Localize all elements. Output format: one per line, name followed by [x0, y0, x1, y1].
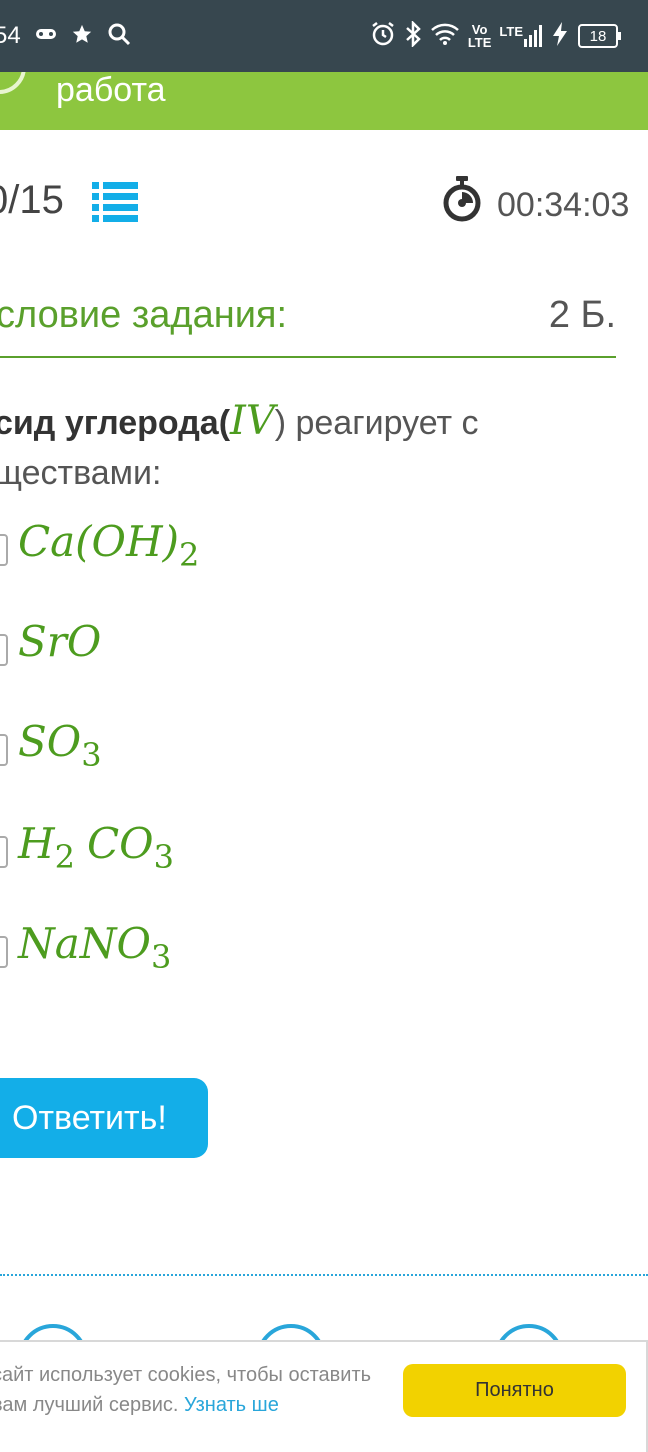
- option-label[interactable]: NaNO3: [18, 914, 171, 987]
- option-label[interactable]: SO3: [18, 712, 102, 785]
- cookie-learn-more-link[interactable]: Узнать ше: [184, 1394, 279, 1416]
- search-icon: [107, 22, 131, 51]
- option-text: CO: [87, 819, 154, 868]
- option-text: Ca(OH): [18, 517, 180, 566]
- option-label[interactable]: SrO: [18, 612, 101, 672]
- option-checkbox[interactable]: [0, 734, 8, 766]
- bluetooth-icon: [404, 19, 422, 52]
- answer-option[interactable]: Ca(OH)2: [0, 512, 600, 592]
- star-icon: [71, 23, 93, 50]
- option-checkbox[interactable]: [0, 836, 8, 868]
- answer-option[interactable]: SrO: [0, 612, 600, 692]
- battery-indicator: 18: [578, 24, 621, 48]
- option-checkbox[interactable]: [0, 634, 8, 666]
- question-bold: сид углерода(: [0, 404, 231, 442]
- cookie-banner: сайт использует cookies, чтобы оставить …: [0, 1340, 648, 1452]
- wifi-icon: [430, 22, 460, 51]
- option-text: SrO: [18, 617, 102, 666]
- question-text: сид углерода(IV) реагирует с ществами:: [0, 396, 594, 498]
- option-text: NaNO: [18, 919, 151, 968]
- timer: 00:34:03: [497, 186, 630, 224]
- dotted-divider: [0, 1274, 648, 1276]
- question-line2: ществами:: [0, 454, 162, 492]
- cookie-text: сайт использует cookies, чтобы оставить …: [0, 1360, 382, 1420]
- answer-option[interactable]: H2 CO3: [0, 814, 600, 894]
- option-label[interactable]: H2 CO3: [18, 814, 174, 887]
- alarm-icon: [370, 21, 396, 52]
- condition-label: словие задания:: [0, 294, 288, 336]
- volte-bottom: LTE: [467, 35, 492, 50]
- condition-heading: словие задания: 2 Б.: [0, 292, 616, 358]
- stopwatch-icon: [442, 176, 482, 222]
- status-bar-right: Vo LTE LTE 18: [370, 0, 621, 72]
- option-text: SO: [18, 717, 82, 766]
- option-checkbox[interactable]: [0, 534, 8, 566]
- question-math: IV: [230, 398, 275, 444]
- option-label[interactable]: Ca(OH)2: [18, 512, 199, 585]
- volte-indicator: Vo LTE: [468, 23, 492, 49]
- option-checkbox[interactable]: [0, 936, 8, 968]
- points-label: 2 Б.: [548, 294, 616, 336]
- status-time: 54: [0, 22, 21, 49]
- battery-level: 18: [589, 27, 607, 45]
- list-icon[interactable]: [92, 180, 138, 224]
- status-bar-left: 54: [0, 0, 131, 72]
- option-subscript: 3: [153, 838, 174, 876]
- answer-option[interactable]: NaNO3: [0, 914, 600, 994]
- option-text: H: [18, 819, 55, 868]
- option-subscript: 3: [81, 736, 102, 774]
- gamepad-icon: [35, 26, 57, 47]
- charging-icon: [550, 21, 570, 52]
- status-bar: 54 Vo LTE LTE 18: [0, 0, 648, 72]
- page-header: работа: [0, 72, 648, 130]
- page-title: работа: [56, 72, 166, 109]
- header-circle-icon[interactable]: [0, 72, 26, 94]
- signal-icon: LTE: [499, 25, 542, 47]
- option-subscript: 2: [54, 838, 75, 876]
- cookie-accept-button[interactable]: Понятно: [403, 1364, 626, 1417]
- question-counter: 0/15: [0, 178, 64, 222]
- lte-label: LTE: [499, 24, 523, 39]
- answer-button[interactable]: Ответить!: [0, 1078, 208, 1158]
- answer-option[interactable]: SO3: [0, 712, 600, 792]
- question-after: ) реагирует с: [274, 404, 479, 442]
- option-subscript: 2: [179, 536, 200, 574]
- progress-row: 0/15 00:34:03: [0, 172, 648, 236]
- option-subscript: 3: [150, 938, 172, 976]
